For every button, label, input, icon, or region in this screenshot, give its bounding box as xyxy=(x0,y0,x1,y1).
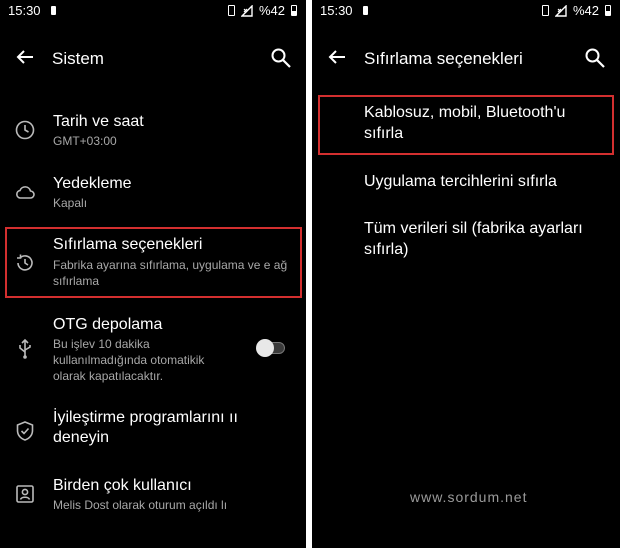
shield-check-icon xyxy=(14,420,36,442)
settings-item-reset-options[interactable]: Sıfırlama seçenekleri Fabrika ayarına sı… xyxy=(0,234,306,294)
factory-reset-option[interactable]: Tüm verileri sil (fabrika ayarları sıfır… xyxy=(364,218,606,260)
item-title: OTG depolama xyxy=(53,316,163,333)
otg-toggle[interactable] xyxy=(256,339,285,357)
item-subtitle: Fabrika ayarına sıfırlama, uygulama ve e… xyxy=(53,258,288,288)
battery-level: %42 xyxy=(258,3,285,18)
restore-history-icon xyxy=(14,252,36,274)
item-subtitle: Bu işlev 10 dakika kullanılmadığında oto… xyxy=(53,337,205,383)
item-subtitle: Kapalı xyxy=(53,196,88,210)
app-bar: Sıfırlama seçenekleri xyxy=(312,36,620,82)
search-icon[interactable] xyxy=(270,47,292,69)
settings-item-improvement-program[interactable]: İyileştirme programlarını ıı deneyin xyxy=(0,408,306,456)
back-arrow-icon[interactable] xyxy=(326,46,348,68)
page-title: Sıfırlama seçenekleri xyxy=(364,49,523,68)
reset-app-preferences-option[interactable]: Uygulama tercihlerini sıfırla xyxy=(364,171,606,192)
status-bar: 15:30 %42 xyxy=(312,0,620,22)
back-arrow-icon[interactable] xyxy=(14,46,36,68)
battery-saver-icon xyxy=(51,6,56,15)
usb-icon xyxy=(14,338,36,360)
vibrate-icon xyxy=(541,5,549,16)
page-title: Sistem xyxy=(52,49,104,68)
toggle-knob xyxy=(256,339,274,357)
item-title: Tarih ve saat xyxy=(53,113,144,130)
settings-item-backup[interactable]: Yedekleme Kapalı xyxy=(0,172,306,218)
item-title: Sıfırlama seçenekleri xyxy=(53,236,203,253)
user-account-icon xyxy=(14,483,36,505)
battery-level: %42 xyxy=(572,3,599,18)
status-time: 15:30 xyxy=(8,3,41,18)
status-bar: 15:30 %42 xyxy=(0,0,306,22)
item-title: Birden çok kullanıcı xyxy=(53,477,192,494)
signal-icon xyxy=(554,4,567,17)
signal-icon xyxy=(240,4,253,17)
vibrate-icon xyxy=(227,5,235,16)
clock-icon xyxy=(14,119,36,141)
app-bar: Sistem xyxy=(0,36,306,82)
settings-system-screen: 15:30 %42 Sistem Tarih ve saat GMT+03:00 xyxy=(0,0,306,548)
reset-network-option[interactable]: Kablosuz, mobil, Bluetooth'u sıfırla xyxy=(364,102,606,144)
search-icon[interactable] xyxy=(584,47,606,69)
item-title: İyileştirme programlarını ıı deneyin xyxy=(53,409,238,446)
item-title: Yedekleme xyxy=(53,175,132,192)
status-time: 15:30 xyxy=(320,3,353,18)
reset-options-screen: 15:30 %42 Sıfırlama seçenekleri Kablosuz… xyxy=(312,0,620,548)
settings-item-multiple-users[interactable]: Birden çok kullanıcı Melis Dost olarak o… xyxy=(0,476,306,522)
item-subtitle: Melis Dost olarak oturum açıldı lı xyxy=(53,498,228,512)
cloud-icon xyxy=(14,181,36,203)
battery-saver-icon xyxy=(363,6,368,15)
watermark: www.sordum.net xyxy=(410,489,528,505)
settings-item-date-time[interactable]: Tarih ve saat GMT+03:00 xyxy=(0,110,306,156)
battery-icon xyxy=(605,5,611,16)
battery-icon xyxy=(291,5,297,16)
item-subtitle: GMT+03:00 xyxy=(53,134,117,148)
